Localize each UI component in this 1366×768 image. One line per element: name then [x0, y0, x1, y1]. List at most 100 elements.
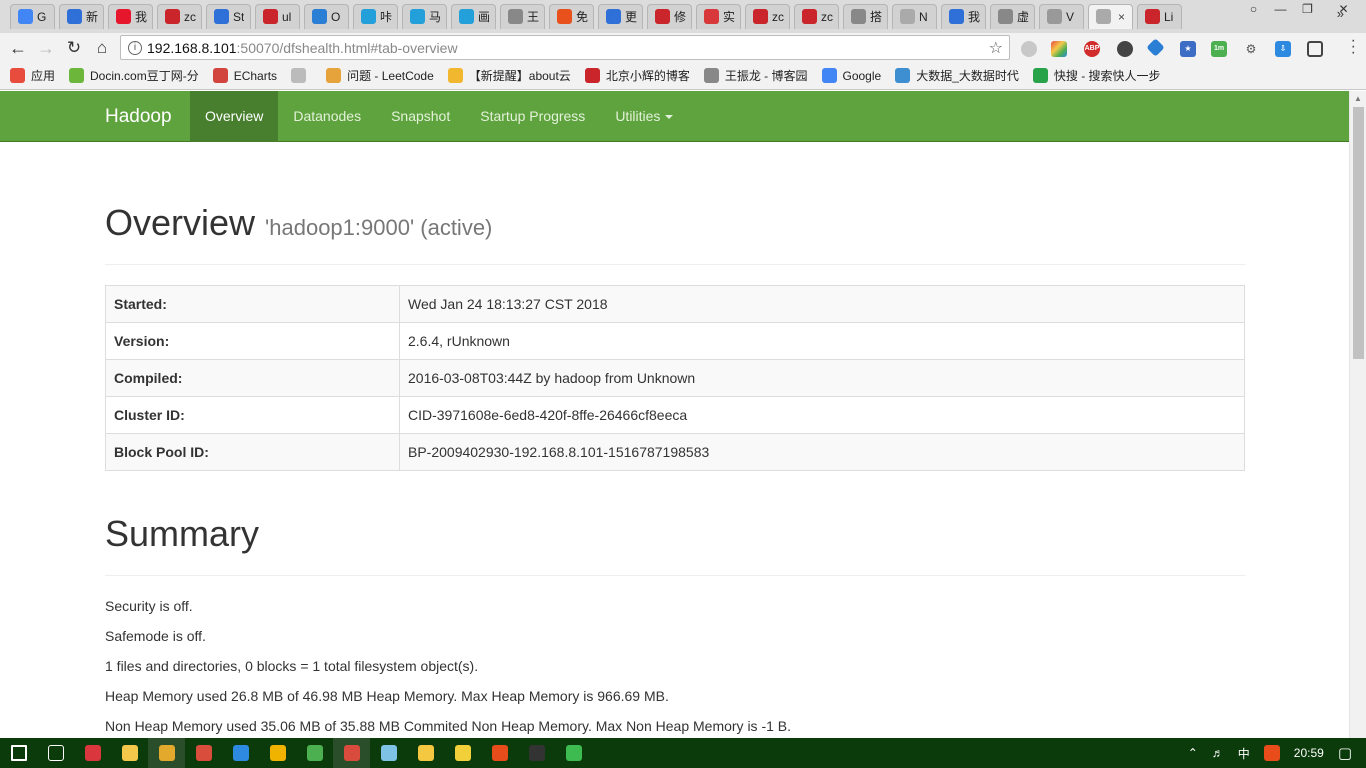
nav-snapshot[interactable]: Snapshot — [376, 91, 465, 142]
forward-icon[interactable]: → — [34, 36, 58, 60]
bookmark-item[interactable]: Docin.com豆丁网-分 — [69, 67, 199, 84]
browser-tab[interactable]: 虚 — [986, 4, 1035, 29]
taskbar-app[interactable] — [222, 738, 259, 768]
taskbar-app[interactable] — [555, 738, 592, 768]
tab-title: 咔 — [380, 10, 393, 24]
bookmark-item[interactable]: Google — [821, 68, 881, 83]
browser-tab[interactable]: 画 — [447, 4, 496, 29]
bookmark-star-icon[interactable]: ☆ — [989, 38, 1003, 58]
bookmark-item[interactable]: 大数据_大数据时代 — [895, 67, 1019, 84]
table-row: Version: 2.6.4, rUnknown — [105, 322, 1245, 360]
back-icon[interactable]: ← — [6, 36, 30, 60]
taskbar-app[interactable] — [370, 738, 407, 768]
circle-extension-icon[interactable] — [1021, 41, 1037, 57]
csdn-icon — [655, 9, 670, 24]
info-icon[interactable]: i — [128, 40, 142, 55]
taskbar-app[interactable] — [37, 738, 74, 768]
bookmark-item[interactable]: 应用 — [10, 67, 55, 84]
navbar-brand[interactable]: Hadoop — [105, 91, 172, 142]
taskbar-app[interactable] — [333, 738, 370, 768]
browser-tab[interactable]: O — [300, 4, 349, 29]
close-tab-icon[interactable]: × — [1118, 10, 1125, 24]
tray-up-icon[interactable]: ⌃ — [1188, 746, 1198, 760]
taskbar-app[interactable] — [259, 738, 296, 768]
browser-tab[interactable]: 王 — [496, 4, 545, 29]
bookmark-label: 大数据_大数据时代 — [916, 69, 1019, 83]
browser-tab[interactable]: 我 — [104, 4, 153, 29]
browser-tab[interactable]: 我 — [937, 4, 986, 29]
cnblogs-icon — [998, 9, 1013, 24]
address-bar[interactable]: i 192.168.8.101:50070/dfshealth.html#tab… — [120, 35, 1010, 60]
taskbar-app[interactable] — [111, 738, 148, 768]
page-scrollbar[interactable]: ▲ — [1349, 91, 1366, 738]
browser-tab[interactable]: zc — [790, 4, 839, 29]
browser-tab[interactable]: × — [1084, 4, 1133, 29]
volume-icon[interactable]: ♬ — [1212, 746, 1224, 760]
taskbar-app[interactable] — [74, 738, 111, 768]
star-extension-icon[interactable]: ★ — [1180, 41, 1196, 57]
tab-title: 我 — [968, 10, 981, 24]
dark-extension-icon[interactable] — [1117, 41, 1133, 57]
diamond-extension-icon[interactable] — [1146, 38, 1165, 57]
browser-tab[interactable]: 修 — [643, 4, 692, 29]
browser-tab[interactable]: V — [1035, 4, 1084, 29]
browser-tab[interactable]: zc — [153, 4, 202, 29]
home-icon[interactable]: ⌂ — [90, 36, 114, 60]
cnblogs-icon — [508, 9, 523, 24]
ime-indicator[interactable]: 中 — [1238, 745, 1250, 762]
taskbar-app[interactable] — [444, 738, 481, 768]
taskbar-app[interactable] — [185, 738, 222, 768]
nav-utilities[interactable]: Utilities — [600, 91, 688, 142]
taskbar-app[interactable] — [296, 738, 333, 768]
browser-tab[interactable]: 新 — [55, 4, 104, 29]
browser-tab[interactable]: N — [888, 4, 937, 29]
taskbar-app[interactable] — [0, 738, 37, 768]
screen-extension-icon[interactable] — [1307, 41, 1323, 57]
bookmark-item[interactable]: 王振龙 - 博客园 — [703, 67, 808, 84]
taskbar-app[interactable] — [481, 738, 518, 768]
browser-tab[interactable]: 搭 — [839, 4, 888, 29]
taskbar-app[interactable] — [407, 738, 444, 768]
browser-tab[interactable]: 实 — [692, 4, 741, 29]
clock[interactable]: 20:59 — [1294, 746, 1324, 760]
taskbar-app[interactable] — [518, 738, 555, 768]
sogou-tray-icon[interactable] — [1263, 745, 1280, 761]
browser-tab[interactable]: 马 — [398, 4, 447, 29]
minimize-icon[interactable]: — — [1267, 0, 1294, 19]
nav-overview[interactable]: Overview — [190, 91, 279, 142]
nav-datanodes[interactable]: Datanodes — [278, 91, 376, 142]
reload-icon[interactable]: ↻ — [62, 36, 86, 60]
timer-extension-icon[interactable]: 1m — [1211, 41, 1227, 57]
browser-tab[interactable]: ul — [251, 4, 300, 29]
bookmark-item[interactable] — [291, 68, 312, 83]
taskbar-app[interactable] — [148, 738, 185, 768]
browser-tab[interactable]: 更 — [594, 4, 643, 29]
color-extension-icon[interactable] — [1051, 41, 1067, 57]
menu-dots-icon[interactable]: · · · — [1351, 33, 1356, 61]
bookmark-item[interactable]: 快搜 - 搜索快人一步 — [1032, 67, 1161, 84]
scroll-up-icon[interactable]: ▲ — [1354, 94, 1362, 103]
bookmark-item[interactable]: 【新提醒】about云 — [447, 67, 571, 84]
nav-startup-progress[interactable]: Startup Progress — [465, 91, 600, 142]
browser-tab[interactable]: 咔 — [349, 4, 398, 29]
notification-icon[interactable]: ▢ — [1338, 744, 1352, 762]
browser-tab[interactable]: 免 — [545, 4, 594, 29]
bigdata-icon — [895, 68, 911, 83]
browser-tab[interactable]: G — [6, 4, 55, 29]
tab-title: 实 — [723, 10, 736, 24]
tools-extension-icon[interactable]: ⚙ — [1243, 41, 1259, 57]
more-bookmarks-icon[interactable]: » — [1337, 6, 1344, 21]
browser-tab[interactable]: zc — [741, 4, 790, 29]
scrollbar-thumb[interactable] — [1353, 107, 1364, 359]
download-extension-icon[interactable]: ⇩ — [1275, 41, 1291, 57]
bookmark-item[interactable]: ECharts — [212, 68, 277, 83]
bookmark-item[interactable]: 北京小辉的博客 — [584, 67, 690, 84]
browser-tab[interactable]: St — [202, 4, 251, 29]
browser-tab[interactable]: Li — [1133, 4, 1182, 29]
bookmark-item[interactable]: 问题 - LeetCode — [326, 67, 434, 84]
user-icon[interactable]: ○ — [1240, 0, 1267, 19]
restore-icon[interactable]: ❐ — [1294, 0, 1321, 19]
adblock-icon[interactable]: ABP — [1084, 41, 1100, 57]
file-explorer-icon — [121, 745, 138, 761]
nav-label: Snapshot — [391, 108, 451, 124]
